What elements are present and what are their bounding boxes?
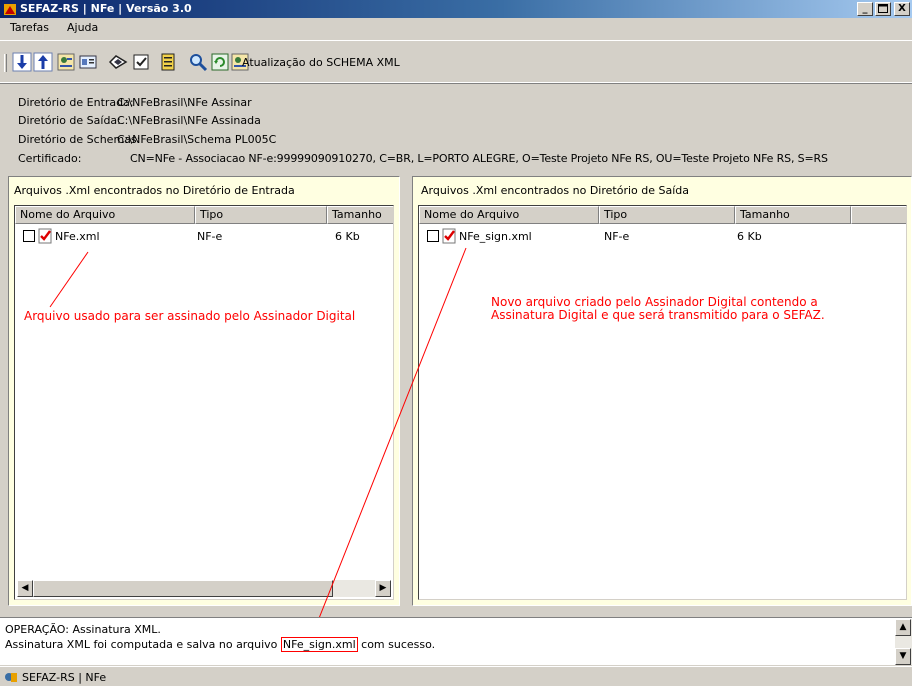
log-area[interactable]: OPERAÇÃO: Assinatura XML. Assinatura XML… (0, 617, 912, 665)
refresh-button[interactable] (210, 52, 230, 72)
maximize-icon (878, 4, 888, 13)
certificado-label: Certificado: (18, 152, 82, 165)
id-card-button[interactable] (78, 52, 98, 72)
status-bar: SEFAZ-RS | NFe (0, 666, 912, 686)
id-card-icon (79, 55, 97, 69)
scroll-left-button[interactable]: ◀ (17, 580, 33, 597)
right-annotation: Novo arquivo criado pelo Assinador Digit… (491, 295, 825, 322)
certificado-value: CN=NFe - Associacao NF-e:99999090910270,… (130, 152, 828, 165)
scroll-right-button[interactable]: ▶ (375, 580, 391, 597)
column-header-tamanho[interactable]: Tamanho (735, 206, 851, 224)
checklist-icon (133, 54, 149, 70)
info-panel: Diretório de Entrada: C:\NFeBrasil\NFe A… (0, 85, 912, 173)
scroll-thumb[interactable] (33, 580, 333, 597)
column-header-tipo[interactable]: Tipo (599, 206, 735, 224)
close-button[interactable]: X (894, 2, 910, 16)
table-row[interactable]: NFe.xml NF-e 6 Kb (15, 228, 393, 244)
file-name: NFe_sign.xml (459, 230, 532, 243)
column-header-tamanho[interactable]: Tamanho (327, 206, 393, 224)
maximize-button[interactable] (875, 2, 891, 16)
signed-document-icon (442, 228, 456, 244)
sign-icon (108, 55, 128, 69)
schemas-value: C:\NFeBrasil\Schema PL005C (117, 133, 277, 146)
log-result-file: NFe_sign.xml (280, 637, 358, 652)
saida-value: C:\NFeBrasil\NFe Assinada (117, 114, 261, 127)
document-icon (161, 53, 175, 71)
file-type: NF-e (197, 230, 223, 243)
saida-label: Diretório de Saída: (18, 114, 121, 127)
file-type: NF-e (604, 230, 630, 243)
window-title: SEFAZ-RS | NFe | Versão 3.0 (20, 2, 192, 15)
vertical-scrollbar[interactable]: ▲ ▼ (895, 619, 912, 665)
search-button[interactable] (188, 52, 208, 72)
certificate-button[interactable] (56, 52, 76, 72)
title-bar[interactable]: SEFAZ-RS | NFe | Versão 3.0 _ X (0, 0, 912, 18)
column-header-nome[interactable]: Nome do Arquivo (15, 206, 195, 224)
status-app-icon (5, 673, 17, 682)
row-checkbox[interactable] (23, 230, 35, 242)
table-row[interactable]: NFe_sign.xml NF-e 6 Kb (419, 228, 906, 244)
file-size: 6 Kb (335, 230, 360, 243)
log-result-suffix: com sucesso. (361, 638, 436, 651)
checklist-button[interactable] (131, 52, 151, 72)
column-header-empty (851, 206, 906, 224)
column-header-tipo[interactable]: Tipo (195, 206, 327, 224)
upload-icon (33, 52, 53, 72)
log-operation: OPERAÇÃO: Assinatura XML. (5, 623, 161, 636)
scroll-down-button[interactable]: ▼ (895, 648, 911, 665)
output-panel-caption: Arquivos .Xml encontrados no Diretório d… (421, 184, 690, 197)
download-icon (12, 52, 32, 72)
download-button[interactable] (12, 52, 32, 72)
row-checkbox[interactable] (427, 230, 439, 242)
schema-update-label[interactable]: Atualização do SCHEMA XML (242, 56, 400, 69)
menu-tarefas[interactable]: Tarefas (10, 21, 49, 34)
file-size: 6 Kb (737, 230, 762, 243)
certificate-icon (57, 53, 75, 71)
output-panel: Arquivos .Xml encontrados no Diretório d… (412, 176, 912, 606)
output-file-list[interactable]: Nome do Arquivo Tipo Tamanho NFe_sign.xm… (418, 205, 907, 600)
file-name: NFe.xml (55, 230, 100, 243)
toolbar-grip[interactable] (4, 54, 7, 72)
log-result: Assinatura XML foi computada e salva no … (5, 637, 436, 652)
app-icon (4, 4, 16, 15)
document-button[interactable] (158, 52, 178, 72)
toolbar: Atualização do SCHEMA XML (0, 40, 912, 84)
refresh-icon (211, 53, 229, 71)
signed-document-icon (38, 228, 52, 244)
left-annotation: Arquivo usado para ser assinado pelo Ass… (24, 309, 356, 323)
status-text: SEFAZ-RS | NFe (22, 671, 107, 684)
entrada-value: C:\NFeBrasil\NFe Assinar (117, 96, 252, 109)
input-panel-caption: Arquivos .Xml encontrados no Diretório d… (14, 184, 295, 197)
log-result-prefix: Assinatura XML foi computada e salva no … (5, 638, 278, 651)
input-panel: Arquivos .Xml encontrados no Diretório d… (8, 176, 400, 606)
input-file-list[interactable]: Nome do Arquivo Tipo Tamanho NFe.xml NF-… (14, 205, 394, 600)
upload-button[interactable] (33, 52, 53, 72)
magnifier-icon (190, 54, 208, 72)
scroll-up-button[interactable]: ▲ (895, 619, 911, 636)
horizontal-scrollbar[interactable]: ◀ ▶ (17, 580, 391, 597)
menu-bar: Tarefas Ajuda (0, 18, 912, 38)
sign-button[interactable] (108, 52, 128, 72)
minimize-button[interactable]: _ (857, 2, 873, 16)
menu-ajuda[interactable]: Ajuda (67, 21, 98, 34)
column-header-nome[interactable]: Nome do Arquivo (419, 206, 599, 224)
